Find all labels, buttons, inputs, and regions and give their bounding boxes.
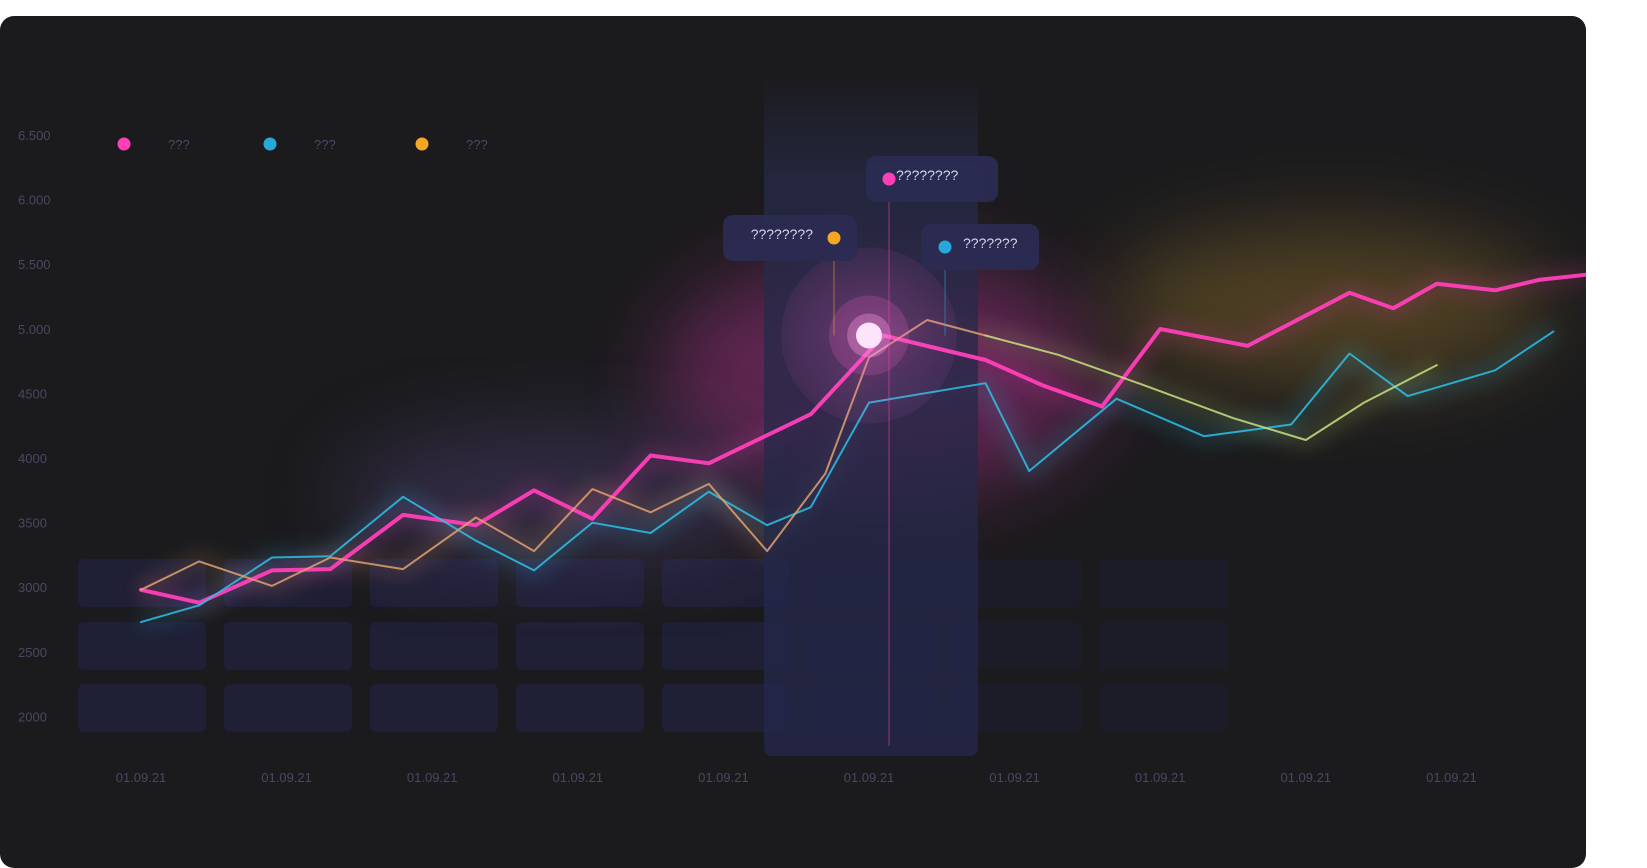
y-tick-label: 6.500 bbox=[18, 128, 51, 143]
tooltip-swatch bbox=[828, 232, 841, 245]
y-tick-label: 3000 bbox=[18, 580, 47, 595]
heat-cell bbox=[224, 622, 352, 670]
legend-label: ??? bbox=[466, 137, 488, 152]
legend-label: ??? bbox=[314, 137, 336, 152]
focus-marker[interactable] bbox=[781, 247, 957, 423]
legend-swatch bbox=[416, 138, 429, 151]
legend-swatch bbox=[118, 138, 131, 151]
x-tick-label: 01.09.21 bbox=[552, 770, 603, 785]
line-chart: 6.500 6.000 5.500 5.000 4500 4000 3500 3000 2500… bbox=[0, 16, 1586, 868]
x-tick-label: 01.09.21 bbox=[1280, 770, 1331, 785]
y-tick-label: 4000 bbox=[18, 451, 47, 466]
legend-label: ??? bbox=[168, 137, 190, 152]
heat-cell bbox=[370, 622, 498, 670]
tooltip-label: ???????? bbox=[896, 167, 959, 183]
tooltip-swatch bbox=[939, 241, 952, 254]
heat-cell bbox=[1100, 684, 1228, 732]
heat-cell bbox=[224, 684, 352, 732]
x-tick-label: 01.09.21 bbox=[1135, 770, 1186, 785]
x-tick-label: 01.09.21 bbox=[1426, 770, 1477, 785]
heat-cell bbox=[370, 684, 498, 732]
y-tick-label: 5.500 bbox=[18, 257, 51, 272]
focus-point[interactable] bbox=[856, 322, 882, 348]
y-tick-label: 2500 bbox=[18, 645, 47, 660]
y-tick-label: 6.000 bbox=[18, 193, 51, 208]
y-tick-label: 3500 bbox=[18, 516, 47, 531]
x-tick-label: 01.09.21 bbox=[116, 770, 167, 785]
heat-cell bbox=[516, 622, 644, 670]
x-tick-label: 01.09.21 bbox=[407, 770, 458, 785]
x-axis: 01.09.21 01.09.21 01.09.21 01.09.21 01.09.21… bbox=[116, 770, 1477, 785]
tooltip-label: ???????? bbox=[751, 226, 814, 242]
heat-cell bbox=[78, 622, 206, 670]
heat-cell bbox=[516, 684, 644, 732]
x-tick-label: 01.09.21 bbox=[261, 770, 312, 785]
heat-cell bbox=[78, 684, 206, 732]
legend: ????????? bbox=[118, 137, 488, 152]
heat-cell bbox=[1100, 622, 1228, 670]
y-axis: 6.500 6.000 5.500 5.000 4500 4000 3500 3000 2500… bbox=[18, 128, 51, 724]
tooltip-label: ??????? bbox=[963, 235, 1018, 251]
x-tick-label: 01.09.21 bbox=[989, 770, 1040, 785]
legend-swatch bbox=[264, 138, 277, 151]
chart-panel: 6.500 6.000 5.500 5.000 4500 4000 3500 3000 2500… bbox=[0, 16, 1586, 868]
y-tick-label: 4500 bbox=[18, 386, 47, 401]
heat-cell bbox=[1100, 559, 1228, 607]
tooltip-swatch bbox=[883, 173, 896, 186]
x-tick-label: 01.09.21 bbox=[698, 770, 749, 785]
x-tick-label: 01.09.21 bbox=[844, 770, 895, 785]
y-tick-label: 5.000 bbox=[18, 322, 51, 337]
y-tick-label: 2000 bbox=[18, 709, 47, 724]
